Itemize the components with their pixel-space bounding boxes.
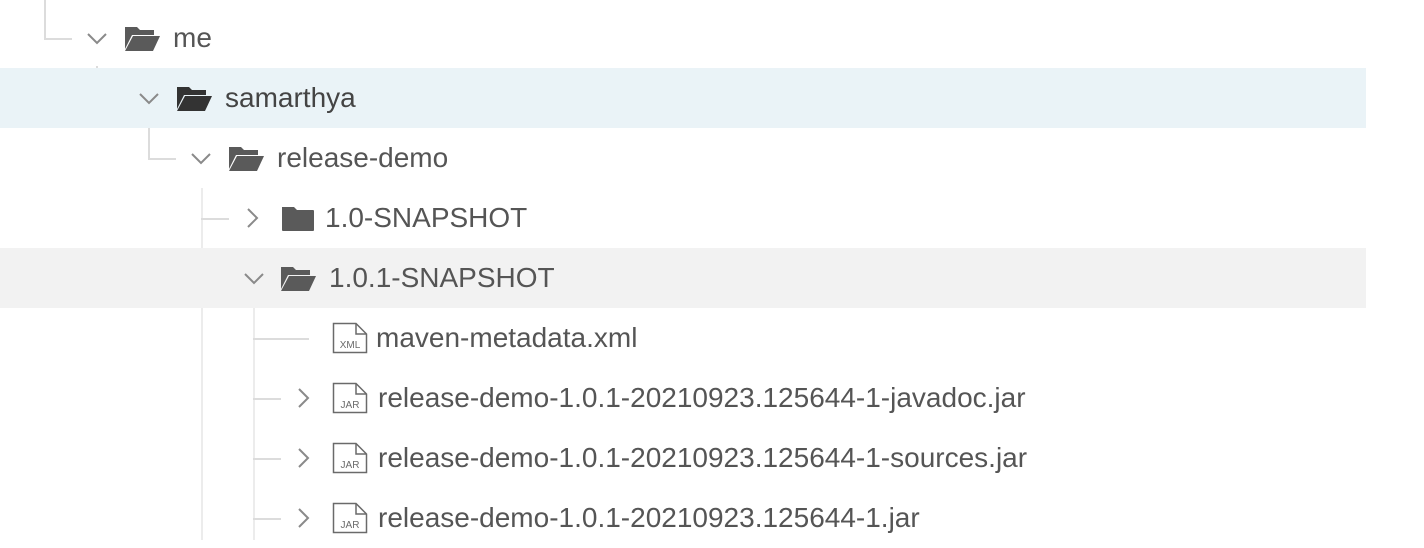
chevron-down-icon[interactable] <box>135 84 163 112</box>
folder-open-icon <box>280 248 317 308</box>
tree-node-label: 1.0.1-SNAPSHOT <box>329 262 555 293</box>
chevron-right-icon[interactable] <box>289 504 317 532</box>
tree-node-label: samarthya <box>225 82 356 113</box>
folder-open-icon <box>176 68 213 128</box>
tree-node-label: release-demo-1.0.1-20210923.125644-1-sou… <box>378 442 1028 473</box>
tree-node-maven-metadata-xml[interactable]: XML maven-metadata.xml <box>0 308 1366 368</box>
tree-node-label: maven-metadata.xml <box>376 322 638 353</box>
svg-text:JAR: JAR <box>341 520 360 531</box>
chevron-down-icon[interactable] <box>240 264 268 292</box>
folder-open-icon <box>124 8 161 68</box>
tree-node-samarthya[interactable]: samarthya <box>0 68 1366 128</box>
folder-closed-icon <box>281 188 315 248</box>
tree-node-release-demo[interactable]: release-demo <box>0 128 1366 188</box>
tree-node-main-jar[interactable]: JAR release-demo-1.0.1-20210923.125644-1… <box>0 488 1366 548</box>
chevron-right-icon[interactable] <box>289 384 317 412</box>
chevron-down-icon[interactable] <box>187 144 215 172</box>
svg-text:JAR: JAR <box>341 400 360 411</box>
tree-node-1-0-1-snapshot[interactable]: 1.0.1-SNAPSHOT <box>0 248 1366 308</box>
xml-file-icon: XML <box>332 308 368 368</box>
tree-node-me[interactable]: me <box>0 8 1366 68</box>
svg-text:XML: XML <box>340 340 361 351</box>
folder-open-icon <box>228 128 265 188</box>
svg-text:JAR: JAR <box>341 460 360 471</box>
chevron-down-icon[interactable] <box>83 24 111 52</box>
tree-node-label: release-demo-1.0.1-20210923.125644-1.jar <box>378 502 920 533</box>
tree-node-label: release-demo-1.0.1-20210923.125644-1-jav… <box>378 382 1026 413</box>
jar-file-icon: JAR <box>332 488 368 548</box>
jar-file-icon: JAR <box>332 428 368 488</box>
tree-node-label: me <box>173 22 212 53</box>
chevron-right-icon[interactable] <box>238 204 266 232</box>
jar-file-icon: JAR <box>332 368 368 428</box>
tree-node-label: 1.0-SNAPSHOT <box>325 202 528 233</box>
file-tree: me samarthya release-demo 1.0-SNAPSHOT 1… <box>0 0 1424 540</box>
tree-node-javadoc-jar[interactable]: JAR release-demo-1.0.1-20210923.125644-1… <box>0 368 1366 428</box>
tree-node-1-0-snapshot[interactable]: 1.0-SNAPSHOT <box>0 188 1366 248</box>
chevron-right-icon[interactable] <box>289 444 317 472</box>
tree-node-label: release-demo <box>277 142 449 173</box>
tree-node-sources-jar[interactable]: JAR release-demo-1.0.1-20210923.125644-1… <box>0 428 1366 488</box>
